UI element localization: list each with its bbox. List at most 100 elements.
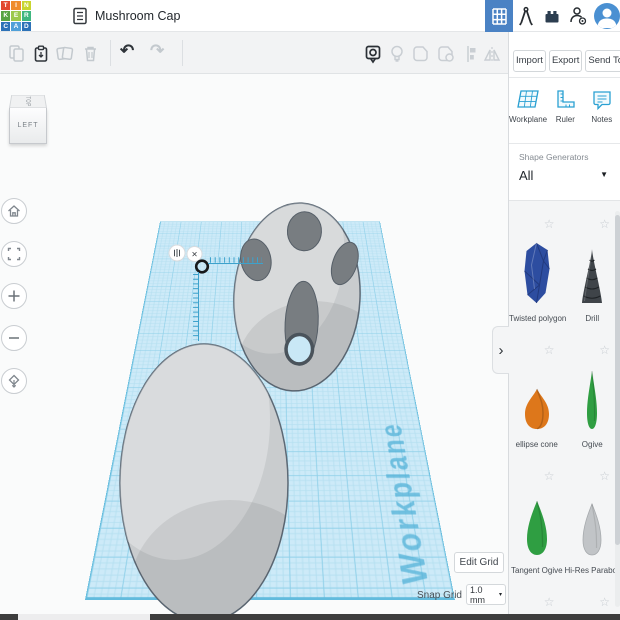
view-cube-top-face[interactable]: TOP — [9, 95, 47, 108]
shape-card[interactable]: ☆ Tangent Ogive — [509, 465, 565, 591]
zoom-out-button[interactable] — [1, 325, 27, 351]
design-properties-icon[interactable] — [71, 7, 89, 30]
edit-grid-button[interactable]: Edit Grid — [454, 552, 504, 573]
import-button[interactable]: Import — [513, 50, 546, 72]
perspective-toggle-button[interactable] — [1, 368, 27, 394]
logo-cell: K — [1, 11, 10, 20]
panel-actions: Import Export Send To — [509, 32, 620, 78]
shape-card-label: ellipse cone — [509, 440, 565, 449]
favorite-star-icon[interactable]: ☆ — [599, 343, 610, 357]
hi-res-paraboloid-thumbnail — [581, 502, 603, 557]
group-icon[interactable] — [411, 44, 431, 69]
favorite-star-icon[interactable]: ☆ — [544, 217, 555, 231]
shape-card[interactable]: ☆ Twisted polygon — [509, 213, 565, 339]
workplane-tool-label: Workplane — [509, 115, 547, 124]
shape-card[interactable]: ☆ Hi-Res Parabolo... — [565, 465, 620, 591]
workplane-icon — [515, 88, 541, 112]
horizontal-scrollbar-thumb[interactable] — [150, 614, 620, 620]
export-button[interactable]: Export — [549, 50, 582, 72]
fit-view-button[interactable] — [1, 241, 27, 267]
panel-scrollbar-thumb[interactable] — [615, 215, 620, 545]
duplicate-icon[interactable] — [56, 44, 75, 67]
undo-button[interactable]: ↶ — [120, 42, 134, 60]
tinkercad-logo[interactable]: T I N K E R C A D — [1, 1, 31, 31]
orthographic-icon — [6, 373, 22, 389]
design-title[interactable]: Mushroom Cap — [95, 9, 180, 23]
dashboard-grid-button[interactable] — [485, 0, 513, 32]
align-icon[interactable] — [461, 44, 477, 69]
account-settings-button[interactable] — [565, 0, 591, 32]
logo-cell: I — [11, 1, 20, 10]
view-cube-front-face[interactable]: LEFT — [9, 108, 47, 144]
logo-cell: C — [1, 22, 10, 31]
redo-button[interactable]: ↷ — [150, 42, 164, 60]
avatar[interactable] — [594, 3, 620, 29]
ellipse-cone-thumbnail — [523, 387, 551, 431]
workplane-tool[interactable]: Workplane — [509, 78, 547, 143]
scrollbar-corner[interactable] — [0, 614, 18, 620]
send-to-button[interactable]: Send To — [585, 50, 620, 72]
panel-scrollbar — [615, 211, 620, 607]
paste-icon[interactable] — [32, 44, 50, 68]
tools-button[interactable] — [513, 0, 539, 32]
dropdown-arrow-icon: ▼ — [600, 170, 608, 179]
shape-generators-label: Shape Generators — [519, 152, 620, 162]
chevron-down-icon: ▾ — [499, 591, 502, 598]
ruler-tool[interactable]: Ruler — [547, 78, 583, 143]
shape-card[interactable]: ☆ Drill — [565, 213, 620, 339]
logo-cell: N — [22, 1, 31, 10]
zoom-in-button[interactable] — [1, 283, 27, 309]
workplane-watermark: Workplane — [374, 422, 437, 584]
snap-grid-value: 1.0 mm — [470, 585, 499, 605]
favorite-star-icon[interactable]: ☆ — [599, 217, 610, 231]
panel-collapse-handle[interactable]: › — [492, 326, 509, 374]
minus-icon — [6, 330, 22, 346]
copy-icon[interactable] — [8, 44, 26, 67]
shape-card-label: Drill — [565, 314, 620, 323]
ruler-tool-label: Ruler — [556, 115, 575, 124]
favorite-star-icon[interactable]: ☆ — [544, 469, 555, 483]
brick-icon — [543, 7, 561, 25]
blocks-button[interactable] — [539, 0, 565, 32]
logo-cell: D — [22, 22, 31, 31]
panel-tools: Workplane Ruler Notes — [509, 78, 620, 144]
snap-grid-dropdown[interactable]: 1.0 mm ▾ — [466, 584, 506, 605]
view-cube[interactable]: TOP LEFT — [9, 86, 49, 144]
home-icon — [6, 203, 22, 219]
close-icon: × — [192, 250, 198, 261]
shape-card[interactable]: ☆ Ogive — [565, 339, 620, 465]
logo-cell: R — [22, 11, 31, 20]
ungroup-icon[interactable] — [436, 44, 456, 69]
twisted-polygon-thumbnail — [523, 241, 550, 305]
drop-pin-tool-icon[interactable] — [363, 44, 383, 69]
tangent-ogive-thumbnail — [525, 499, 549, 557]
shape-card-label: Twisted polygon — [509, 314, 565, 323]
view-cube-front-label: LEFT — [17, 122, 38, 129]
canvas-toolbar: ↶ ↷ — [0, 32, 508, 74]
person-icon — [594, 3, 620, 29]
home-view-button[interactable] — [1, 198, 27, 224]
calipers-icon — [516, 5, 536, 27]
favorite-star-icon[interactable]: ☆ — [599, 469, 610, 483]
snap-grid-label: Snap Grid — [414, 590, 462, 601]
mirror-icon[interactable] — [482, 44, 502, 69]
notes-tool-label: Notes — [591, 115, 612, 124]
show-all-bulb-icon[interactable] — [388, 44, 406, 69]
ruler-icon — [553, 88, 577, 112]
notes-tool[interactable]: Notes — [584, 78, 620, 143]
favorite-star-icon[interactable]: ☆ — [544, 595, 555, 609]
toolbar-separator — [110, 40, 111, 66]
ogive-thumbnail — [585, 369, 599, 431]
shape-card[interactable]: ☆ ellipse cone — [509, 339, 565, 465]
shape-card-label: Tangent Ogive — [509, 566, 565, 575]
shape-card-label: Ogive — [565, 440, 620, 449]
favorite-star-icon[interactable]: ☆ — [599, 595, 610, 609]
favorite-star-icon[interactable]: ☆ — [544, 343, 555, 357]
drill-thumbnail — [581, 247, 603, 305]
toolbar-separator — [182, 40, 183, 66]
plus-icon — [6, 288, 22, 304]
delete-icon[interactable] — [82, 44, 99, 67]
fit-view-icon — [6, 246, 22, 262]
logo-cell: A — [11, 22, 20, 31]
notes-icon — [590, 88, 614, 112]
